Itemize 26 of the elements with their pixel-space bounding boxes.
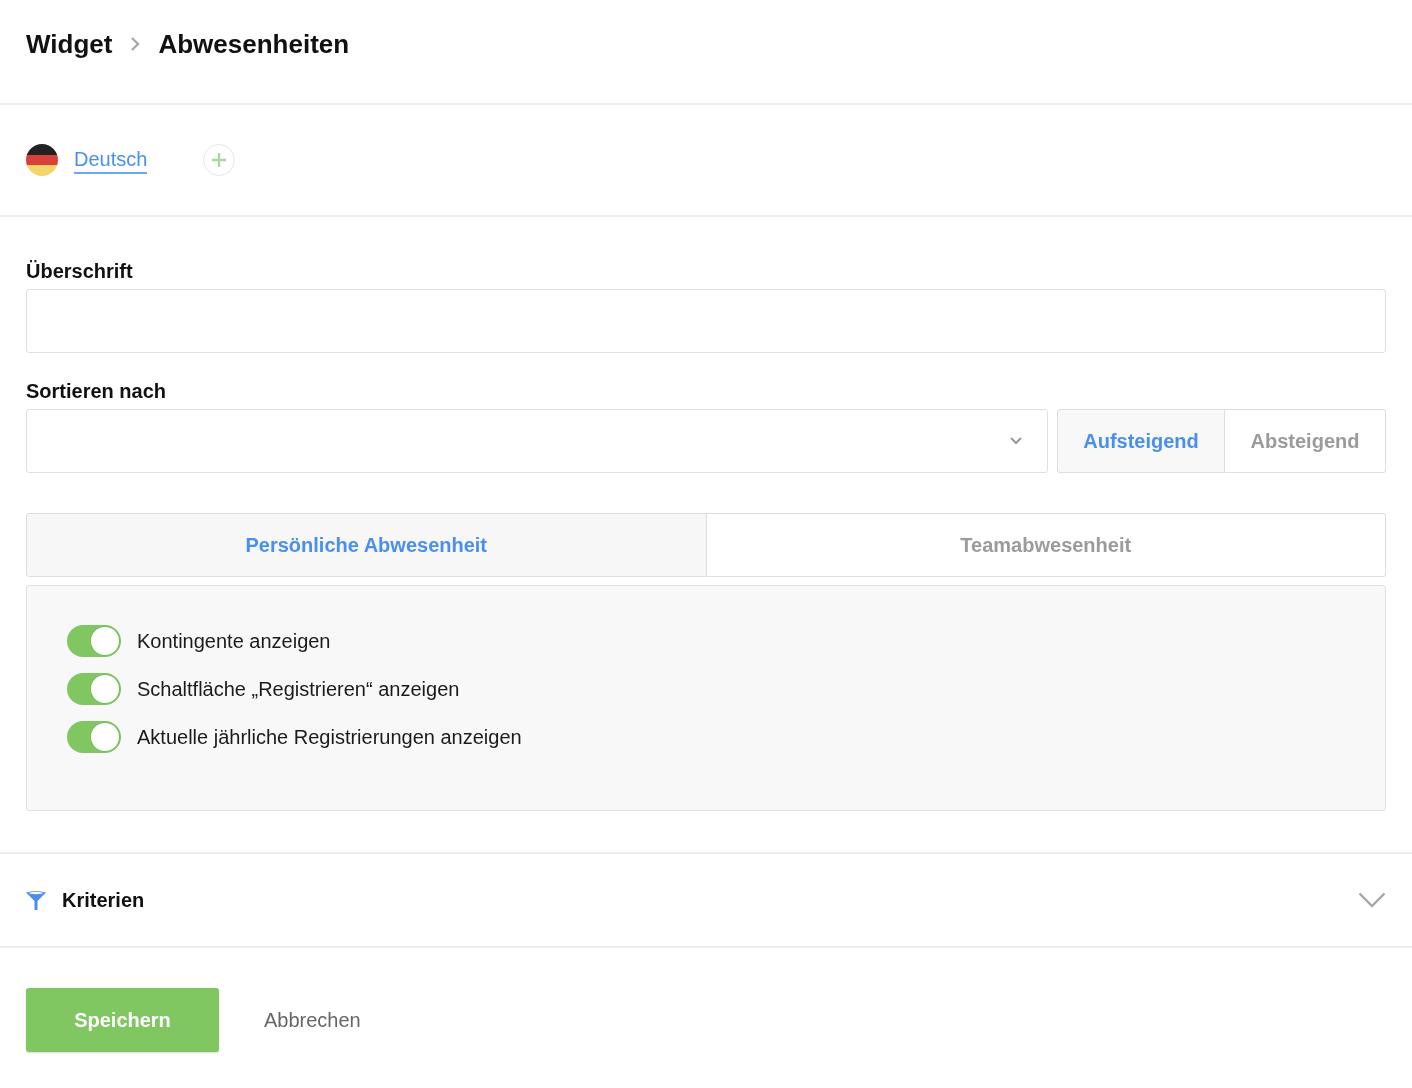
- heading-input[interactable]: [26, 289, 1386, 353]
- option-label: Schaltfläche „Registrieren“ anzeigen: [137, 677, 460, 702]
- funnel-icon: [26, 890, 46, 910]
- breadcrumb-link[interactable]: Widget: [26, 26, 113, 62]
- tab[interactable]: Teamabwesenheit: [706, 513, 1386, 577]
- tab[interactable]: Persönliche Abwesenheit: [26, 513, 707, 577]
- save-button[interactable]: Speichern: [26, 988, 219, 1052]
- toggle-switch[interactable]: [67, 721, 121, 753]
- field-label: Überschrift: [26, 259, 133, 283]
- sort-select[interactable]: [26, 409, 1048, 473]
- toggle-switch[interactable]: [67, 673, 121, 705]
- section-title[interactable]: Kriterien: [62, 888, 145, 912]
- page-title: Abwesenheiten: [158, 28, 350, 61]
- flag-icon: [26, 144, 58, 176]
- sort-order-button[interactable]: Absteigend: [1225, 409, 1386, 473]
- language-tab[interactable]: Deutsch: [74, 146, 148, 174]
- chevron-down-icon: [1010, 437, 1022, 445]
- toggle-switch[interactable]: [67, 625, 121, 657]
- plus-icon: [211, 152, 228, 168]
- cancel-button[interactable]: Abbrechen: [264, 988, 361, 1052]
- field-label: Sortieren nach: [26, 379, 167, 403]
- sort-order-button[interactable]: Aufsteigend: [1057, 409, 1225, 473]
- add-language-button[interactable]: [203, 144, 236, 176]
- option-label: Kontingente anzeigen: [137, 629, 331, 654]
- option-label: Aktuelle jährliche Registrierungen anzeigen: [137, 725, 522, 750]
- chevron-right-icon: [130, 36, 141, 52]
